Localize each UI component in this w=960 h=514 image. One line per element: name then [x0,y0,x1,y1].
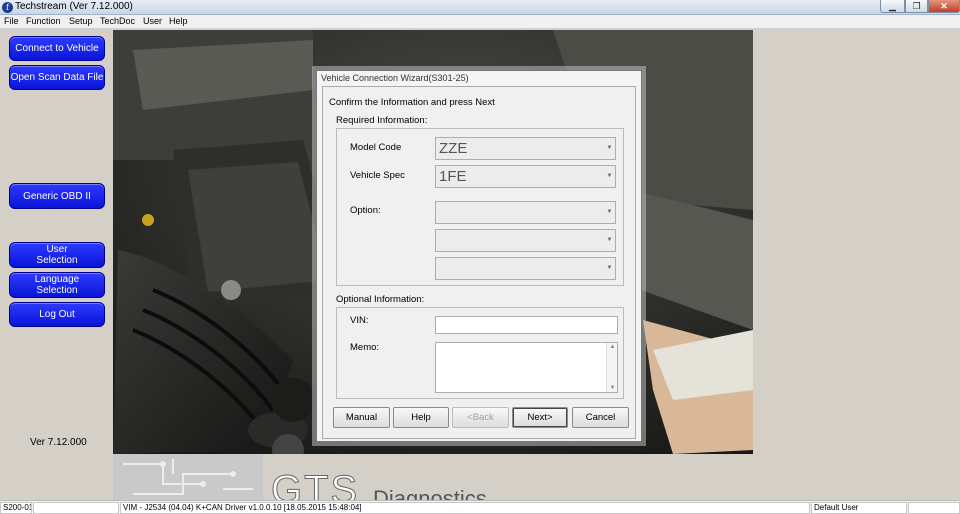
minimize-button[interactable]: ▁ [880,0,905,13]
app-logo-icon: f [2,2,13,13]
language-selection-button[interactable]: Language Selection [9,272,105,298]
chevron-down-icon: ▼ [606,237,613,243]
memo-label: Memo: [350,342,380,353]
scroll-down-icon[interactable]: ▼ [607,385,618,391]
menu-setup[interactable]: Setup [69,16,93,26]
brand-strip: GTS Diagnostics [113,454,753,500]
status-driver-info: VIM - J2534 (04.04) K+CAN Driver v1.0.0.… [120,502,810,514]
option-dropdown-1[interactable]: ▼ [435,201,616,224]
memo-textarea[interactable]: ▲ ▼ [435,342,618,393]
status-blank-2 [908,502,960,514]
menu-techdoc[interactable]: TechDoc [100,16,135,26]
menu-bar: File Function Setup TechDoc User Help [0,15,960,29]
connect-to-vehicle-button[interactable]: Connect to Vehicle [9,36,105,61]
required-information-group: Model Code ZZE ▼ Vehicle Spec 1FE ▼ Opti… [336,128,624,286]
vehicle-connection-wizard-dialog: Vehicle Connection Wizard(S301-25) Confi… [316,70,642,442]
vin-label: VIN: [350,315,369,326]
optional-information-label: Optional Information: [336,294,425,305]
model-code-value: ZZE [439,140,468,157]
option-dropdown-3[interactable]: ▼ [435,257,616,280]
status-user: Default User [811,502,907,514]
back-button[interactable]: <Back [452,407,509,428]
user-selection-label-line2: Selection [36,255,78,266]
chevron-down-icon: ▼ [606,209,613,215]
language-selection-label-line2: Selection [36,285,78,296]
vehicle-spec-dropdown[interactable]: 1FE ▼ [435,165,616,188]
gts-brand-text: GTS [270,468,360,501]
generic-obd-ii-button[interactable]: Generic OBD II [9,183,105,209]
vehicle-spec-value: 1FE [439,168,467,185]
memo-scrollbar[interactable]: ▲ ▼ [606,343,617,392]
chevron-down-icon: ▼ [606,145,613,151]
vehicle-spec-label: Vehicle Spec [350,170,405,181]
optional-information-group: VIN: Memo: ▲ ▼ [336,307,624,399]
window-title: Techstream (Ver 7.12.000) [15,1,133,12]
cancel-button[interactable]: Cancel [572,407,629,428]
status-code: S200-01 [0,502,32,514]
user-selection-button[interactable]: User Selection [9,242,105,268]
chevron-down-icon: ▼ [606,265,613,271]
option-label: Option: [350,205,381,216]
help-button[interactable]: Help [393,407,449,428]
sidebar: Connect to Vehicle Open Scan Data File G… [0,30,113,500]
model-code-dropdown[interactable]: ZZE ▼ [435,137,616,160]
menu-help[interactable]: Help [169,16,188,26]
gts-brand-subtitle: Diagnostics [373,486,487,500]
dialog-title: Vehicle Connection Wizard(S301-25) [321,73,469,83]
vin-input[interactable] [435,316,618,334]
required-information-label: Required Information: [336,115,428,126]
close-button[interactable]: ✕ [928,0,960,13]
dialog-prompt: Confirm the Information and press Next [329,97,495,108]
scroll-up-icon[interactable]: ▲ [607,344,618,350]
model-code-label: Model Code [350,142,402,153]
user-selection-label-line1: User [46,244,68,255]
chevron-down-icon: ▼ [606,173,613,179]
menu-function[interactable]: Function [26,16,61,26]
right-blank-panel [753,30,960,500]
status-blank-1 [33,502,119,514]
version-label: Ver 7.12.000 [30,437,87,448]
menu-file[interactable]: File [4,16,19,26]
maximize-button[interactable]: ❐ [905,0,928,13]
option-dropdown-2[interactable]: ▼ [435,229,616,252]
log-out-button[interactable]: Log Out [9,302,105,327]
language-selection-label-line1: Language [34,274,80,285]
window-title-bar: f Techstream (Ver 7.12.000) ▁ ❐ ✕ [0,0,960,15]
dialog-content: Confirm the Information and press Next R… [322,86,636,439]
next-button[interactable]: Next> [512,407,568,428]
status-bar: S200-01 VIM - J2534 (04.04) K+CAN Driver… [0,500,960,514]
manual-button[interactable]: Manual [333,407,390,428]
menu-user[interactable]: User [143,16,162,26]
open-scan-data-file-button[interactable]: Open Scan Data File [9,65,105,90]
